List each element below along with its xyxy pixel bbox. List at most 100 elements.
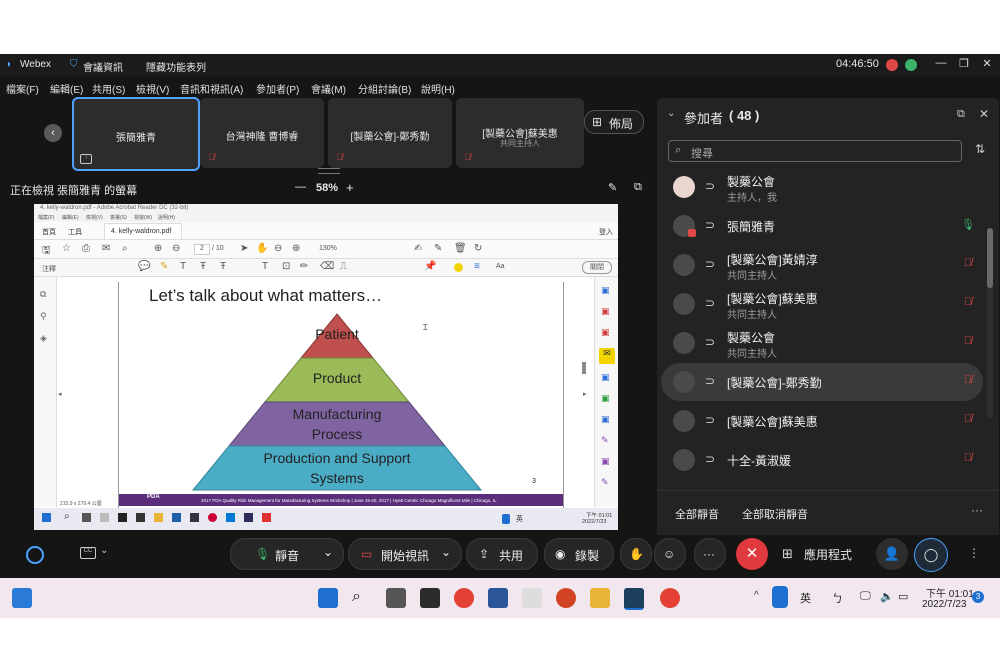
acrobat-tab-doc[interactable]: 4. kelly-waldron.pdf [104, 223, 182, 239]
remote-taskview-icon[interactable] [82, 513, 91, 522]
remote-app-icon[interactable] [190, 513, 199, 522]
comment-tool-icon[interactable]: ✉ [599, 348, 615, 364]
color-swatch-icon[interactable] [454, 263, 463, 272]
search-icon[interactable]: ⌕ [122, 243, 128, 254]
mic-muted-icon[interactable]: 🎙̸ [961, 374, 975, 388]
sort-icon[interactable]: ⇅ [975, 142, 985, 156]
textbox-icon[interactable]: ⊡ [282, 261, 290, 272]
acrobat-menu-item[interactable]: 簽署(S) [110, 214, 127, 221]
closed-captions-icon[interactable]: CC [80, 547, 96, 559]
tile-participant[interactable]: [製藥公會]-鄭秀勤 🎙̸ [328, 98, 452, 168]
participant-row[interactable]: ⊃ [製藥公會]蘇美惠 🎙̸ [661, 402, 983, 440]
video-dropdown-icon[interactable]: ⌄ [441, 545, 451, 559]
tray-chevron-icon[interactable]: ^ [754, 590, 759, 601]
participant-row-hovered[interactable]: ⊃ [製藥公會]-鄭秀勤 🎙̸ [661, 363, 983, 401]
export-pdf-icon[interactable]: ▣ [601, 285, 610, 296]
annotate-icon[interactable]: ✎ [608, 181, 617, 194]
mic-muted-icon[interactable]: 🎙̸ [961, 335, 975, 349]
network-icon[interactable]: 🖵 [860, 590, 871, 603]
draw-icon[interactable]: ✏ [300, 261, 308, 272]
menu-share[interactable]: 共用(S) [92, 81, 125, 96]
scroll-right-icon[interactable]: ▸ [583, 390, 587, 398]
file-explorer-icon[interactable] [590, 588, 610, 608]
volume-icon[interactable]: 🔈 [880, 590, 894, 603]
delete-icon[interactable]: 🗑 [454, 243, 467, 254]
tile-participant[interactable]: 張簡雅青 ↑ [72, 97, 200, 171]
add-text-icon[interactable]: T [262, 261, 268, 272]
sign-tool-icon[interactable]: ✎ [601, 435, 609, 446]
remote-app-icon[interactable] [136, 513, 145, 522]
zoom-value[interactable]: 130% [319, 245, 337, 252]
record-button[interactable]: ◉ 錄製 [544, 538, 614, 570]
create-pdf-icon[interactable]: ▣ [601, 306, 610, 317]
collapse-chevron-icon[interactable]: ⌄ [667, 108, 675, 119]
meeting-info-button[interactable]: 會議資訊 [83, 59, 123, 74]
acrobat-menu-item[interactable]: 編輯(E) [62, 214, 79, 221]
mic-muted-icon[interactable]: 🎙̸ [961, 257, 975, 271]
webex-assistant-icon[interactable] [26, 546, 44, 564]
zoom-out-icon[interactable]: ⊖ [274, 243, 282, 254]
mute-all-button[interactable]: 全部靜音 [675, 506, 719, 522]
start-video-button[interactable]: ▭ 開始視訊 ⌄ [348, 538, 462, 570]
page-number-input[interactable]: 2 [194, 244, 210, 255]
rotate-icon[interactable]: ↻ [474, 243, 482, 254]
select-cursor-icon[interactable]: ➤ [240, 243, 248, 254]
remote-app-icon[interactable] [226, 513, 235, 522]
line-weight-icon[interactable]: ≡ [474, 261, 480, 272]
remote-folder-icon[interactable] [154, 513, 163, 522]
tiles-prev-button[interactable]: ‹ [44, 124, 62, 142]
remote-search-icon[interactable]: ⌕ [64, 511, 70, 522]
attachment-icon[interactable]: ⚲ [40, 311, 47, 322]
menu-audio-video[interactable]: 音訊和視訊(A) [180, 81, 243, 96]
acrobat-tab-tools[interactable]: 工具 [68, 227, 82, 237]
apps-button[interactable]: 應用程式 [804, 546, 852, 563]
tile-participant[interactable]: [製藥公會]蘇美惠 共同主持人 🎙̸ [456, 98, 584, 168]
end-call-button[interactable]: ✕ [736, 538, 768, 570]
menu-view[interactable]: 檢視(V) [136, 81, 169, 96]
compress-icon[interactable]: ▣ [601, 414, 610, 425]
panel-scrollbar-thumb[interactable] [987, 228, 993, 288]
acrobat-tab-home[interactable]: 首頁 [42, 227, 56, 237]
panel-scrollbar[interactable] [987, 228, 993, 418]
remote-app-icon[interactable] [244, 513, 253, 522]
ime-indicator[interactable]: 英 [800, 590, 811, 606]
resize-handle[interactable] [318, 168, 340, 174]
scrollbar-thumb[interactable] [582, 362, 586, 374]
mic-muted-icon[interactable]: 🎙̸ [961, 452, 975, 466]
edit-pdf-icon[interactable]: ▣ [601, 327, 610, 338]
acrobat-menu-item[interactable]: 說明(H) [158, 214, 175, 221]
menu-help[interactable]: 說明(H) [421, 81, 455, 96]
save-icon[interactable]: 🖫 [42, 243, 51, 260]
search-input[interactable]: ⌕ 搜尋 [668, 140, 962, 162]
taskbar-date[interactable]: 2022/7/23 [922, 599, 967, 610]
participant-row[interactable]: ⊃ 張簡雅青 🎙 [661, 207, 983, 245]
remote-mic-icon[interactable] [502, 514, 510, 524]
acrobat-menu-item[interactable]: 檢視(V) [86, 214, 103, 221]
captions-dropdown-icon[interactable]: ⌄ [100, 545, 108, 556]
scroll-left-icon[interactable]: ◂ [58, 390, 62, 398]
chrome-icon[interactable] [454, 588, 474, 608]
mute-button[interactable]: 🎙 靜音 ⌄ [230, 538, 344, 570]
participant-row[interactable]: ⊃ 製藥公會 主持人，我 [661, 168, 983, 206]
layers-icon[interactable]: ◈ [40, 333, 47, 344]
replace-text-icon[interactable]: Ŧ [220, 261, 226, 272]
task-view-icon[interactable] [386, 588, 406, 608]
eraser-icon[interactable]: ⌫ [320, 261, 334, 272]
hand-tool-icon[interactable]: ✋ [256, 243, 268, 254]
strikethrough-icon[interactable]: Ŧ [200, 261, 206, 272]
more-options-icon[interactable]: ··· [971, 503, 983, 517]
unmute-all-button[interactable]: 全部取消靜音 [742, 506, 808, 522]
close-panel-icon[interactable]: ✕ [979, 107, 989, 121]
zoom-in-icon[interactable]: ⊕ [292, 243, 300, 254]
zoom-out-button[interactable]: — [295, 181, 306, 193]
remote-app-icon[interactable] [172, 513, 181, 522]
page-down-icon[interactable]: ⊖ [172, 243, 180, 254]
notification-badge[interactable]: 3 [972, 591, 984, 603]
acrobat-menu-item[interactable]: 視窗(W) [134, 214, 152, 221]
comment-close-button[interactable]: 關閉 [582, 261, 612, 274]
webex-taskbar-icon[interactable] [624, 588, 644, 610]
highlight-icon[interactable]: ✎ [160, 261, 168, 272]
menu-file[interactable]: 檔案(F) [6, 81, 39, 96]
remote-files-icon[interactable] [100, 513, 109, 522]
chrome-profile-icon[interactable] [660, 588, 680, 608]
